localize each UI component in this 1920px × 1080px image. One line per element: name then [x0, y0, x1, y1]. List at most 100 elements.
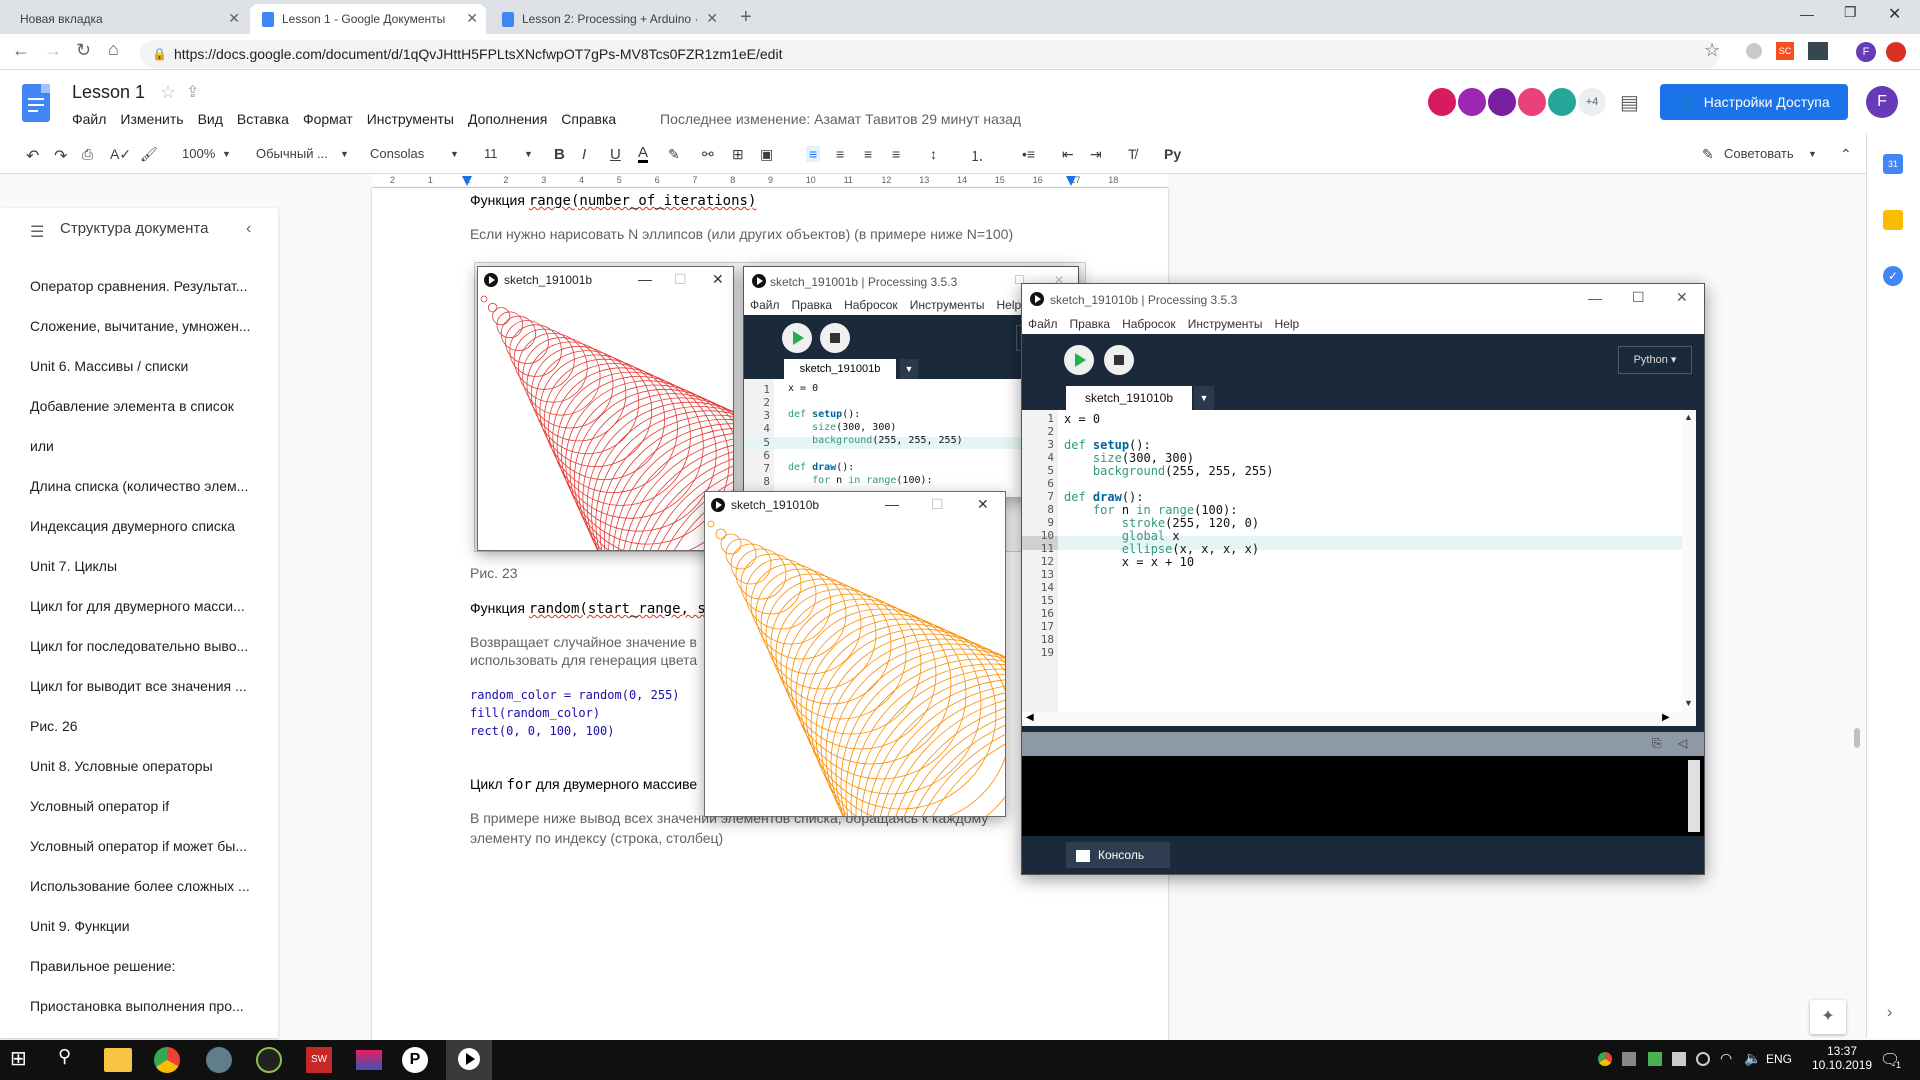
console-scrollbar[interactable]: [1688, 760, 1700, 832]
ide-menu-item[interactable]: Help: [1275, 317, 1300, 331]
reload-icon[interactable]: ↻: [76, 40, 91, 61]
tray-icon[interactable]: [1672, 1052, 1686, 1066]
font-select[interactable]: Consolas: [370, 146, 424, 161]
ide-menu-item[interactable]: Файл: [750, 298, 780, 312]
extension-red-icon[interactable]: [1886, 42, 1906, 62]
ide-menu-item[interactable]: Help: [997, 298, 1022, 312]
taskbar-active-app[interactable]: [446, 1040, 492, 1080]
copy-log-icon[interactable]: ⎘: [1652, 736, 1662, 751]
collaborator-avatar[interactable]: [1546, 86, 1578, 118]
scroll-down-icon[interactable]: ▼: [1684, 698, 1693, 708]
browser-tab[interactable]: Новая вкладка ✕: [8, 4, 248, 34]
extension-icon[interactable]: [1746, 43, 1762, 59]
redo-icon[interactable]: ↷: [54, 146, 67, 166]
forward-icon[interactable]: →: [44, 40, 62, 61]
align-right-icon[interactable]: ≡: [864, 146, 872, 162]
minimize-window-icon[interactable]: —: [1800, 6, 1814, 22]
spellcheck-icon[interactable]: A✓: [110, 146, 131, 163]
ide-menu-item[interactable]: Правка: [792, 298, 833, 312]
run-button[interactable]: [782, 323, 812, 353]
scroll-left-icon[interactable]: ◀: [1026, 712, 1034, 723]
line-spacing-icon[interactable]: ↕: [930, 146, 937, 162]
browser-tab[interactable]: Lesson 2: Processing + Arduino · ✕: [490, 4, 726, 34]
document-title[interactable]: Lesson 1: [72, 82, 145, 103]
align-center-icon[interactable]: ≡: [836, 146, 844, 162]
ruler[interactable]: 21123456789101112131415161718: [0, 174, 1880, 188]
decrease-indent-icon[interactable]: ⇤: [1062, 146, 1074, 163]
align-left-icon[interactable]: ≡: [806, 146, 821, 162]
outline-item[interactable]: Приостановка выполнения про...: [30, 998, 260, 1014]
comments-icon[interactable]: ▤: [1620, 90, 1639, 115]
more-collaborators-badge[interactable]: +4: [1576, 86, 1608, 118]
extension-off-icon[interactable]: [1808, 42, 1828, 60]
console-output[interactable]: [1022, 756, 1704, 836]
ide-menu-item[interactable]: Файл: [1028, 317, 1058, 331]
maximize-icon[interactable]: ☐: [931, 496, 944, 513]
restore-window-icon[interactable]: ❐: [1844, 4, 1857, 21]
increase-indent-icon[interactable]: ⇥: [1090, 146, 1102, 163]
mode-select[interactable]: Советовать: [1724, 146, 1794, 161]
tray-icon[interactable]: [1696, 1052, 1710, 1066]
collaborator-avatar[interactable]: [1426, 86, 1458, 118]
outline-item[interactable]: Unit 7. Циклы: [30, 558, 260, 574]
bulleted-list-icon[interactable]: •≡: [1022, 146, 1035, 162]
volume-icon[interactable]: 🔈: [1744, 1050, 1761, 1067]
outline-item[interactable]: Unit 8. Условные операторы: [30, 758, 260, 774]
minimize-icon[interactable]: —: [1588, 290, 1602, 306]
collapse-outline-icon[interactable]: ‹: [246, 220, 251, 238]
clock[interactable]: 13:37 10.10.2019: [1812, 1044, 1872, 1072]
editor-tab[interactable]: sketch_191001b: [784, 359, 896, 379]
move-folder-icon[interactable]: ⇪: [186, 82, 199, 102]
outline-item[interactable]: Цикл for последовательно выво...: [30, 638, 260, 654]
ide-menu-item[interactable]: Набросок: [844, 298, 898, 312]
paint-format-icon[interactable]: 🖌: [140, 146, 158, 163]
outline-item[interactable]: Правильное решение:: [30, 958, 260, 974]
zoom-select[interactable]: 100%: [182, 146, 215, 161]
outline-item[interactable]: Цикл for выводит все значения ...: [30, 678, 260, 694]
language-indicator[interactable]: ENG: [1766, 1052, 1792, 1066]
outline-item[interactable]: Unit 9. Функции: [30, 918, 260, 934]
scroll-right-icon[interactable]: ▶: [1662, 712, 1670, 723]
console-tab[interactable]: Консоль: [1066, 842, 1170, 868]
close-window-icon[interactable]: ✕: [1888, 4, 1901, 24]
ide-menu-item[interactable]: Набросок: [1122, 317, 1176, 331]
user-avatar[interactable]: F: [1866, 86, 1898, 118]
tray-chrome-icon[interactable]: [1598, 1052, 1612, 1066]
print-icon[interactable]: ⎙: [82, 146, 93, 163]
ide-menu-item[interactable]: Правка: [1070, 317, 1111, 331]
tab-menu-icon[interactable]: ▼: [1194, 386, 1214, 410]
scroll-up-icon[interactable]: ▲: [1684, 412, 1693, 422]
minimize-icon[interactable]: —: [638, 271, 652, 287]
maximize-icon[interactable]: ☐: [1632, 289, 1645, 306]
close-icon[interactable]: ✕: [712, 271, 724, 288]
code-editor[interactable]: 1 2 3 4 5 6 7 8 9 10 11 12 13 14 15 16 17 18 19 x = 0 def …: [1022, 410, 1696, 712]
outline-item[interactable]: Индексация двумерного списка: [30, 518, 260, 534]
collapse-console-icon[interactable]: ◁: [1678, 736, 1687, 750]
outline-item[interactable]: Добавление элемента в список: [30, 398, 260, 414]
share-button[interactable]: 👤 Настройки Доступа: [1660, 84, 1848, 120]
maximize-icon[interactable]: ☐: [674, 271, 687, 288]
profile-avatar[interactable]: F: [1856, 42, 1876, 62]
outline-item[interactable]: Цикл for для двумерного масси...: [30, 598, 260, 614]
ide-menu-item[interactable]: Инструменты: [910, 298, 985, 312]
last-edit-link[interactable]: Последнее изменение: Азамат Тавитов 29 м…: [660, 111, 1021, 127]
clear-formatting-icon[interactable]: T̸: [1128, 146, 1137, 162]
browser-tab-active[interactable]: Lesson 1 - Google Документы ✕: [250, 4, 486, 34]
app-icon[interactable]: [206, 1047, 232, 1073]
bookmark-star-icon[interactable]: ☆: [1704, 40, 1720, 61]
window-titlebar[interactable]: sketch_191001b — ☐ ✕: [478, 267, 733, 293]
star-icon[interactable]: ☆: [160, 82, 176, 103]
image-icon[interactable]: ▣: [760, 146, 773, 163]
close-tab-icon[interactable]: ✕: [706, 10, 718, 27]
input-tools-icon[interactable]: Pу: [1164, 146, 1181, 162]
close-tab-icon[interactable]: ✕: [466, 10, 478, 27]
outline-item[interactable]: Использование более сложных ...: [30, 878, 260, 894]
wifi-icon[interactable]: ◠: [1720, 1050, 1732, 1067]
outline-item[interactable]: Рис. 26: [30, 718, 260, 734]
app-icon[interactable]: [356, 1050, 382, 1070]
outline-item[interactable]: Условный оператор if: [30, 798, 260, 814]
close-tab-icon[interactable]: ✕: [228, 10, 240, 27]
tray-icon[interactable]: [1648, 1052, 1662, 1066]
outline-item[interactable]: или: [30, 438, 260, 454]
italic-icon[interactable]: I: [582, 146, 586, 163]
